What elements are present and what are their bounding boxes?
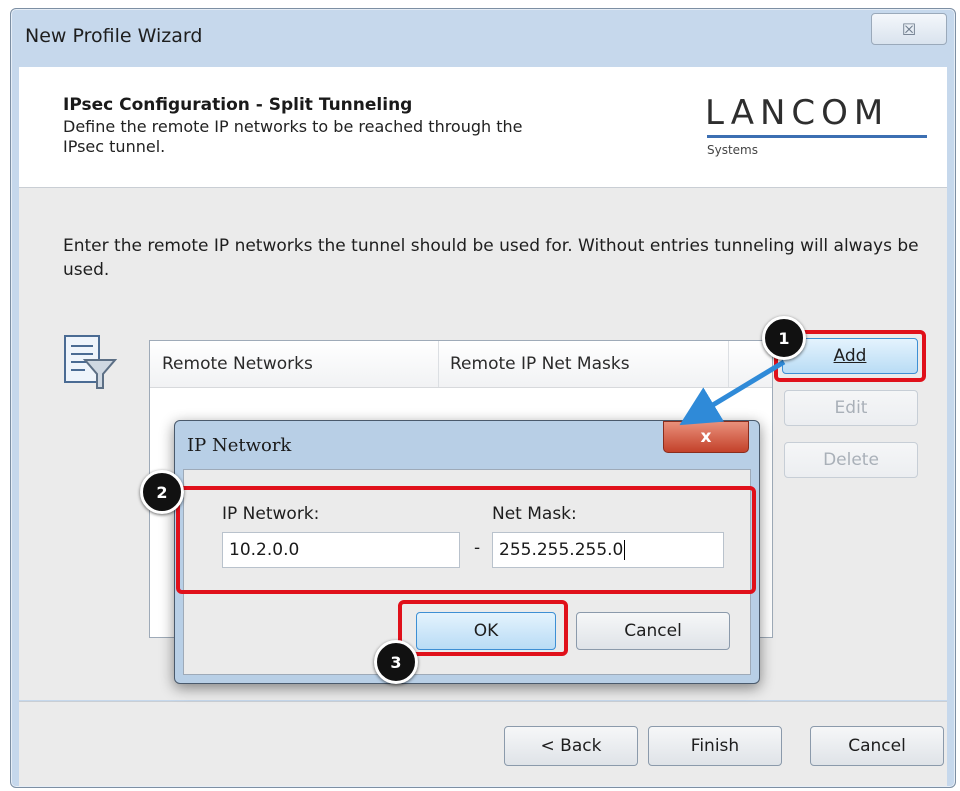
highlight-ok [398,600,568,656]
edit-button-label: Edit [834,398,868,418]
back-button[interactable]: < Back [504,726,638,766]
cancel-button[interactable]: Cancel [810,726,944,766]
logo-underline [707,135,927,138]
finish-button-label: Finish [690,736,740,756]
step-badge-1: 1 [762,316,806,360]
page-title: IPsec Configuration - Split Tunneling [63,95,413,115]
logo-subtitle: Systems [707,143,758,157]
wizard-header: IPsec Configuration - Split Tunneling De… [19,67,947,188]
window-close-button[interactable]: ☒ [871,13,947,45]
dialog-cancel-button-label: Cancel [624,621,682,641]
column-divider [438,341,439,387]
highlight-fields [176,486,756,594]
cancel-button-label: Cancel [848,736,906,756]
step-badge-3: 3 [374,640,418,684]
dialog-title: IP Network [187,435,292,456]
lancom-logo: LANCOM [705,93,890,133]
delete-button[interactable]: Delete [784,442,918,478]
filter-list-icon [64,335,117,389]
arrow-icon [679,359,786,426]
column-remote-ip-net-masks[interactable]: Remote IP Net Masks [450,354,630,374]
window-title: New Profile Wizard [25,25,203,47]
column-remote-networks[interactable]: Remote Networks [162,354,313,374]
back-button-label: < Back [540,736,602,756]
title-bar: New Profile Wizard ☒ [11,9,955,67]
page-description: Define the remote IP networks to be reac… [63,117,523,156]
wizard-footer [19,701,947,786]
dialog-cancel-button[interactable]: Cancel [576,612,730,650]
close-icon: ☒ [901,19,917,39]
delete-button-label: Delete [823,450,879,470]
edit-button[interactable]: Edit [784,390,918,426]
finish-button[interactable]: Finish [648,726,782,766]
instruction-text: Enter the remote IP networks the tunnel … [63,236,919,280]
step-badge-2: 2 [140,470,184,514]
